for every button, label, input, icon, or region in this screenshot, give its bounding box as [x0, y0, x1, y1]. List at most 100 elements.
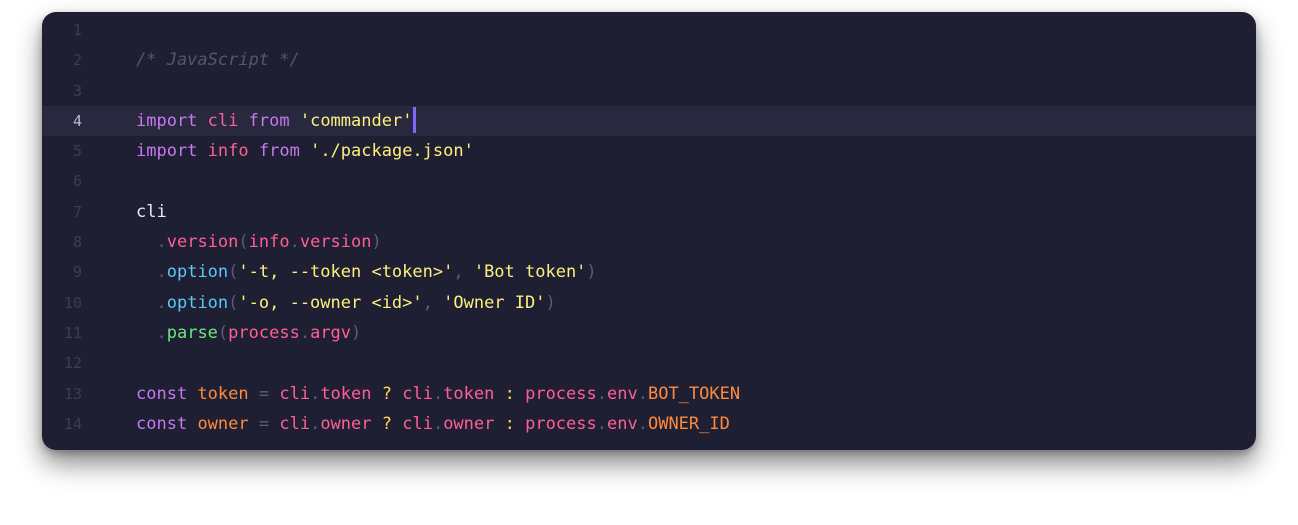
code-token: ): [371, 232, 382, 253]
line-content[interactable]: .version(info.version): [136, 227, 382, 257]
code-line[interactable]: 10 .option('-o, --owner <id>', 'Owner ID…: [42, 288, 1256, 318]
code-token: version: [299, 232, 372, 253]
code-token: .: [310, 413, 321, 434]
code-token: from: [248, 110, 290, 131]
code-token: 'commander': [299, 110, 413, 131]
code-token: =: [248, 383, 280, 404]
code-token: (: [238, 232, 249, 253]
code-token: .: [432, 413, 444, 434]
line-number: 1: [72, 21, 82, 39]
code-token: .: [289, 232, 300, 253]
code-token: env: [607, 413, 638, 434]
code-token: cli: [207, 110, 239, 131]
line-number: 10: [63, 293, 82, 312]
code-area[interactable]: 1 2/* JavaScript */3 4 import cli from 'com…: [42, 15, 1256, 439]
code-token: option: [166, 292, 229, 313]
code-line[interactable]: 12: [42, 348, 1256, 378]
code-token: 'Bot token': [473, 262, 587, 283]
code-token: ?: [371, 383, 403, 404]
code-token: info: [248, 232, 290, 253]
code-line[interactable]: 1: [42, 15, 1256, 45]
code-token: const: [136, 413, 188, 434]
code-token: (: [228, 262, 239, 283]
code-line[interactable]: 9 .option('-t, --token <token>', 'Bot to…: [42, 257, 1256, 287]
code-token: parse: [166, 322, 218, 343]
code-token: :: [494, 413, 526, 434]
code-line[interactable]: 14 const owner = cli.owner ? cli.owner : …: [42, 409, 1256, 439]
line-content[interactable]: .parse(process.argv): [136, 318, 361, 348]
code-line[interactable]: 4 import cli from 'commander': [42, 105, 1256, 137]
code-token: .: [156, 322, 167, 343]
line-content[interactable]: const token = cli.token ? cli.token : pr…: [136, 379, 740, 409]
code-line[interactable]: 2 /* JavaScript */: [42, 45, 1256, 75]
line-number: 6: [72, 172, 82, 191]
code-token: ): [351, 322, 362, 343]
code-line[interactable]: 5 import info from './package.json': [42, 136, 1256, 166]
code-token: owner: [320, 413, 372, 434]
code-token: owner: [197, 413, 249, 434]
code-token: import: [136, 110, 198, 131]
code-token: '-o, --owner <id>': [238, 292, 423, 313]
line-content[interactable]: import info from './package.json': [136, 136, 474, 166]
line-content[interactable]: .option('-o, --owner <id>', 'Owner ID'): [136, 288, 556, 318]
code-token: .: [299, 322, 311, 343]
line-number: 7: [72, 202, 82, 221]
code-token: token: [197, 383, 249, 404]
code-token: cli: [402, 383, 433, 404]
line-content[interactable]: const owner = cli.owner ? cli.owner : pr…: [136, 409, 730, 439]
line-number: 8: [72, 233, 82, 252]
code-token: cli: [279, 413, 311, 434]
text-cursor: [413, 106, 417, 133]
line-number: 12: [63, 354, 82, 373]
code-token: .: [596, 413, 607, 434]
line-number: 14: [63, 414, 82, 433]
code-token: .: [156, 292, 167, 313]
code-line[interactable]: 13 const token = cli.token ? cli.token : …: [42, 379, 1256, 409]
code-editor-window[interactable]: 1 2/* JavaScript */3 4 import cli from 'com…: [42, 12, 1256, 450]
line-number: 13: [63, 384, 82, 403]
code-token: :: [494, 383, 526, 404]
code-token: env: [607, 383, 638, 404]
code-line[interactable]: 7 cli: [42, 197, 1256, 227]
code-token: OWNER_ID: [647, 413, 730, 434]
code-line[interactable]: 8 .version(info.version): [42, 227, 1256, 257]
code-line[interactable]: 6: [42, 166, 1256, 196]
line-content[interactable]: import cli from 'commander': [136, 106, 417, 136]
code-token: version: [166, 232, 239, 253]
code-token: /* JavaScript */: [136, 50, 300, 71]
code-token: argv: [310, 322, 352, 343]
code-line[interactable]: 3: [42, 76, 1256, 106]
code-token: ,: [453, 262, 474, 283]
line-content[interactable]: cli: [136, 197, 167, 227]
line-number: 11: [63, 323, 82, 342]
line-number: 3: [72, 81, 82, 100]
code-token: cli: [136, 201, 167, 222]
code-token: BOT_TOKEN: [647, 383, 741, 404]
code-token: .: [310, 383, 321, 404]
code-line[interactable]: 11 .parse(process.argv): [42, 318, 1256, 348]
code-token: .: [637, 383, 648, 404]
code-token: (: [228, 292, 239, 313]
code-token: token: [320, 383, 372, 404]
line-content[interactable]: /* JavaScript */: [136, 45, 300, 75]
code-token: const: [136, 383, 188, 404]
code-token: info: [207, 141, 249, 162]
code-token: ): [545, 292, 556, 313]
code-token: ): [586, 262, 597, 283]
code-token: cli: [279, 383, 311, 404]
code-token: token: [443, 383, 495, 404]
line-content[interactable]: .option('-t, --token <token>', 'Bot toke…: [136, 257, 597, 287]
code-token: .: [156, 232, 167, 253]
code-token: ,: [422, 292, 444, 313]
